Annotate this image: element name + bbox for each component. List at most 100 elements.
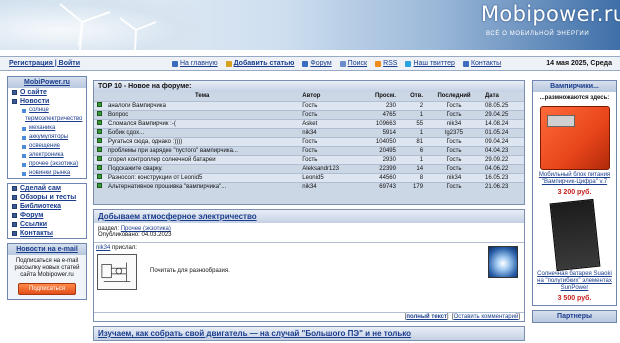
author-cell[interactable]: Гость bbox=[299, 109, 361, 119]
sidebar-sub-mechanics[interactable]: механика bbox=[8, 124, 86, 133]
sidebar-item-label[interactable]: Форум bbox=[20, 212, 43, 219]
sidebar-site-link[interactable]: MobiPower.ru bbox=[8, 77, 86, 88]
menu-search[interactable]: Поиск bbox=[339, 60, 367, 67]
sidebar-item-links[interactable]: Ссылки bbox=[8, 220, 86, 229]
menu-twitter-label[interactable]: Наш твиттер bbox=[413, 60, 454, 67]
sidebar-item-reviews[interactable]: Обзоры и тесты bbox=[8, 193, 86, 202]
sidebar-item-library[interactable]: Библиотека bbox=[8, 202, 86, 211]
last-cell[interactable]: Гость bbox=[426, 109, 482, 119]
sidebar-sub-exotic[interactable]: прочее (экзотика) bbox=[8, 160, 86, 169]
author-link[interactable]: nik34 bbox=[96, 245, 110, 251]
menu-contacts-label[interactable]: Контакты bbox=[471, 60, 501, 67]
sub-label[interactable]: электроника bbox=[29, 151, 64, 160]
last-cell[interactable]: Гость bbox=[426, 136, 482, 146]
menu-search-label[interactable]: Поиск bbox=[348, 60, 367, 67]
power-bank-image[interactable] bbox=[539, 106, 610, 170]
topic-cell[interactable]: Вопрос bbox=[105, 109, 300, 119]
sub-label[interactable]: солнце bbox=[29, 106, 49, 115]
sidebar-sub-electronics[interactable]: электроника bbox=[8, 151, 86, 160]
menu-rss-label[interactable]: RSS bbox=[383, 60, 397, 67]
last-cell[interactable]: Гость bbox=[426, 163, 482, 173]
menu-add-article[interactable]: Добавить статью bbox=[225, 60, 295, 67]
topic-cell[interactable]: сгорел контроллер солнечной батареи bbox=[105, 154, 300, 164]
table-row[interactable]: Сломался Вампирчик :-(Asket 109663 55 nik34… bbox=[94, 118, 524, 128]
author-cell[interactable]: Asket bbox=[299, 118, 361, 128]
comment-link[interactable]: Оставить комментарий bbox=[454, 314, 519, 320]
author-cell[interactable]: Leonid5 bbox=[299, 172, 361, 182]
menu-home[interactable]: На главную bbox=[172, 60, 218, 67]
last-cell[interactable]: lg2375 bbox=[426, 127, 482, 137]
table-row[interactable]: Бобик сдох... nik34 5914 1 lg2375 01.05.24 bbox=[94, 127, 524, 137]
topic-cell[interactable]: Разносол: конструкции от Leonid5 bbox=[105, 172, 300, 182]
sidebar-item-about[interactable]: О сайте bbox=[8, 88, 86, 97]
author-cell[interactable]: Гость bbox=[299, 145, 361, 155]
sidebar-item-label[interactable]: Ссылки bbox=[20, 221, 47, 228]
table-row[interactable]: Разносол: конструкции от Leonid5 Leonid5 4… bbox=[94, 172, 524, 182]
sidebar-sub-sun[interactable]: солнце bbox=[8, 106, 86, 115]
sidebar-item-news[interactable]: Новости bbox=[8, 97, 86, 106]
sidebar-sub-thermo[interactable]: термоэлектричество bbox=[8, 115, 86, 124]
menu-contacts[interactable]: Контакты bbox=[462, 60, 501, 67]
topic-cell[interactable]: аналоги Вампирчика bbox=[105, 100, 300, 110]
full-text-link[interactable]: полный текст bbox=[406, 314, 447, 320]
last-cell[interactable]: nik34 bbox=[426, 172, 482, 182]
topic-cell[interactable]: проблемы при зарядке "пустого" вампирчик… bbox=[105, 145, 300, 155]
author-cell[interactable]: Гость bbox=[299, 100, 361, 110]
product2-name[interactable]: Солнечная батарея Suaoki на "полугибких"… bbox=[533, 271, 616, 292]
topic-cell[interactable]: Альтернативное прошивка "вампирчика"... bbox=[105, 181, 300, 191]
register-login-link[interactable]: Регистрация | Войти bbox=[9, 60, 80, 67]
menu-twitter[interactable]: Наш твиттер bbox=[405, 60, 455, 67]
menu-home-label[interactable]: На главную bbox=[180, 60, 218, 67]
table-row[interactable]: Ругаться сюда, однако :)))) Гость 104050 81… bbox=[94, 136, 524, 146]
sidebar-item-label[interactable]: Сделай сам bbox=[20, 185, 61, 192]
last-cell[interactable]: Гость bbox=[426, 145, 482, 155]
sidebar-sub-market[interactable]: новинки рынка bbox=[8, 169, 86, 178]
sidebar-item-label[interactable]: Контакты bbox=[20, 230, 53, 237]
menu-forum-label[interactable]: Форум bbox=[310, 60, 331, 67]
author-cell[interactable]: nik34 bbox=[299, 181, 361, 191]
site-logo-title[interactable]: Mobipower.ru bbox=[481, 2, 620, 26]
product1-name[interactable]: Мобильный блок питания "Вампирчик-Цифра"… bbox=[533, 172, 616, 186]
sidebar-item-label[interactable]: О сайте bbox=[20, 89, 47, 96]
topic-cell[interactable]: Сломался Вампирчик :-( bbox=[105, 118, 300, 128]
last-cell[interactable]: Гость bbox=[426, 181, 482, 191]
table-row[interactable]: сгорел контроллер солнечной батареи Гость… bbox=[94, 154, 524, 164]
sub-label[interactable]: термоэлектричество bbox=[25, 115, 82, 124]
last-cell[interactable]: nik34 bbox=[426, 118, 482, 128]
topic-cell[interactable]: Бобик сдох... bbox=[105, 127, 300, 137]
topic-cell[interactable]: Ругаться сюда, однако :)))) bbox=[105, 136, 300, 146]
author-cell[interactable]: Гость bbox=[299, 136, 361, 146]
table-row[interactable]: проблемы при зарядке "пустого" вампирчик… bbox=[94, 145, 524, 155]
table-row[interactable]: Вопрос Гость 4765 1 Гость 29.04.25 bbox=[94, 109, 524, 119]
sidebar-item-label[interactable]: Новости bbox=[20, 98, 49, 105]
sub-label[interactable]: освещение bbox=[29, 142, 60, 151]
sidebar-item-label[interactable]: Обзоры и тесты bbox=[20, 194, 76, 201]
sidebar-sub-batteries[interactable]: аккумуляторы bbox=[8, 133, 86, 142]
solar-panel-image[interactable] bbox=[549, 198, 600, 272]
table-row[interactable]: аналоги Вампирчика Гость 230 2 Гость 08.05.25 bbox=[94, 100, 524, 110]
sub-label[interactable]: механика bbox=[29, 124, 55, 133]
sidebar-item-label[interactable]: Библиотека bbox=[20, 203, 61, 210]
table-row[interactable]: Альтернативное прошивка "вампирчика"... n… bbox=[94, 181, 524, 191]
table-row[interactable]: Подскажите сварку. Aleksandr123 22399 14 Гос… bbox=[94, 163, 524, 173]
author-cell[interactable]: Гость bbox=[299, 154, 361, 164]
sub-label[interactable]: новинки рынка bbox=[29, 169, 70, 178]
sidebar-item-forum[interactable]: Форум bbox=[8, 211, 86, 220]
menu-rss[interactable]: RSS bbox=[375, 60, 397, 67]
article2-title[interactable]: Изучаем, как собрать свой двигатель — на… bbox=[93, 326, 525, 341]
last-cell[interactable]: Гость bbox=[426, 154, 482, 164]
author-cell[interactable]: nik34 bbox=[299, 127, 361, 137]
menu-forum[interactable]: Форум bbox=[302, 60, 332, 67]
subscribe-button[interactable]: Подписаться bbox=[18, 283, 76, 295]
last-cell[interactable]: Гость bbox=[426, 100, 482, 110]
topic-cell[interactable]: Подскажите сварку. bbox=[105, 163, 300, 173]
lightning-thumbnail[interactable] bbox=[488, 246, 518, 278]
sidebar-sub-lighting[interactable]: освещение bbox=[8, 142, 86, 151]
menu-add-article-label[interactable]: Добавить статью bbox=[234, 60, 295, 67]
author-cell[interactable]: Aleksandr123 bbox=[299, 163, 361, 173]
sidebar-item-contacts[interactable]: Контакты bbox=[8, 229, 86, 238]
sub-label[interactable]: аккумуляторы bbox=[29, 133, 68, 142]
sidebar-item-diy[interactable]: Сделай сам bbox=[8, 184, 86, 193]
sub-label[interactable]: прочее (экзотика) bbox=[29, 160, 78, 169]
article-title[interactable]: Добываем атмосферное электричество bbox=[94, 210, 524, 223]
